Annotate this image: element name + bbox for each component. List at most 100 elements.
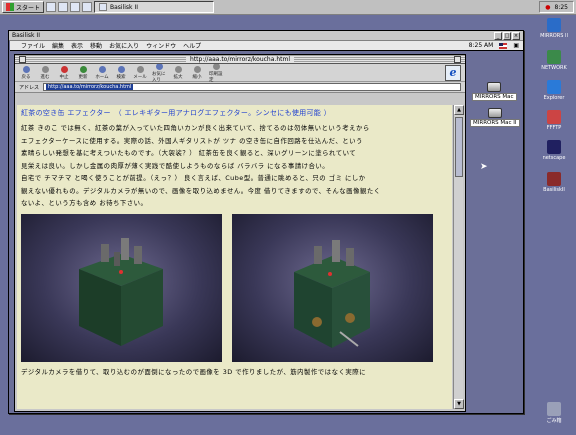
close-button[interactable]: × <box>512 31 520 40</box>
start-button[interactable]: スタート <box>2 1 45 13</box>
basilisk-title: Basilisk II <box>12 32 40 39</box>
menu-edit[interactable]: 編集 <box>52 41 64 50</box>
taskbar-basilisk-button[interactable]: Basilisk II <box>94 1 215 13</box>
search-icon <box>117 65 125 73</box>
refresh-label: 更新 <box>78 74 88 80</box>
basilisk-icon <box>547 172 561 186</box>
explorer-window: http://aaa.to/mirrorz/koucha.html 戻る 進む … <box>14 54 466 412</box>
mouse-pointer-icon: ➤ <box>480 162 488 172</box>
zoom-out-icon <box>193 65 201 73</box>
start-label: スタート <box>16 4 41 12</box>
desktop-icon-label: BasiliskII <box>543 187 565 193</box>
forward-label: 進む <box>40 74 50 80</box>
menu-window[interactable]: ウィンドウ <box>146 41 176 50</box>
favorites-label: お気に入り <box>152 71 166 83</box>
zoom-in-label: 拡大 <box>173 74 183 80</box>
hard-disk-icon <box>487 108 502 118</box>
effector-render-front <box>21 213 222 362</box>
taskbar-clock[interactable]: 8:25 <box>555 4 568 11</box>
desktop-icon-label: netscape <box>542 155 566 161</box>
tray-app-icon[interactable]: ● <box>545 4 550 11</box>
zoom-in-button[interactable]: 拡大 <box>171 65 185 80</box>
home-icon <box>98 65 106 73</box>
zoom-box[interactable] <box>454 56 461 63</box>
basilisk-titlebar[interactable]: Basilisk II _ □ × <box>9 31 523 41</box>
stop-label: 中止 <box>59 74 69 80</box>
print-button[interactable]: 印刷設定 <box>209 62 223 83</box>
quicklaunch-app-icon[interactable] <box>82 2 93 12</box>
taskbar: スタート Basilisk II ● 8:25 <box>0 0 576 15</box>
address-input[interactable]: http://aaa.to/mirrorz/koucha.html <box>43 83 461 91</box>
desktop-icon-label: ごみ箱 <box>546 418 562 424</box>
quicklaunch-desktop-icon[interactable] <box>58 2 69 12</box>
keyboard-flag-icon[interactable] <box>499 42 508 49</box>
ie-icon <box>547 80 561 94</box>
home-label: ホーム <box>95 74 109 80</box>
desktop-icon-basilisk[interactable]: BasiliskII <box>534 172 574 193</box>
menu-go[interactable]: 移動 <box>90 41 102 50</box>
paragraph-line: 自宅で チマチマ と喝く使うことが前提。（えっ？） 良く言えば、Cube型。普通… <box>21 174 366 182</box>
forward-button[interactable]: 進む <box>38 65 52 80</box>
system-tray: ● 8:25 <box>539 1 574 13</box>
explorer-titlebar[interactable]: http://aaa.to/mirrorz/koucha.html <box>15 55 465 64</box>
menu-view[interactable]: 表示 <box>71 41 83 50</box>
menu-help[interactable]: ヘルプ <box>183 41 201 50</box>
paragraph-line: 素晴らしい発想を基に考えついたものです。（大袈裟？） 紅茶缶を良く観ると、深いグ… <box>21 149 357 157</box>
mail-button[interactable]: メール <box>133 65 147 80</box>
desktop-icon-explorer[interactable]: Explorer <box>534 80 574 101</box>
page-content: 紅茶の空き缶 エフェクター （ エレキギター用アナログエフェクター。シンセにも使… <box>17 105 452 409</box>
mac-clock[interactable]: 8:25 AM <box>469 42 494 49</box>
scroll-up-arrow-icon[interactable]: ▲ <box>454 105 464 115</box>
quicklaunch-ie-icon[interactable] <box>46 2 57 12</box>
vertical-scrollbar[interactable]: ▲ ▼ <box>453 105 464 409</box>
home-button[interactable]: ホーム <box>95 65 109 80</box>
desktop-icon-netscape[interactable]: netscape <box>534 140 574 161</box>
app-menu-icon[interactable]: ▣ <box>513 42 519 49</box>
stop-button[interactable]: 中止 <box>57 65 71 80</box>
quicklaunch-folder-icon[interactable] <box>70 2 81 12</box>
refresh-button[interactable]: 更新 <box>76 65 90 80</box>
desktop-icon-ffftp[interactable]: FFFTP <box>534 110 574 131</box>
maximize-button[interactable]: □ <box>503 31 511 40</box>
back-icon <box>22 65 30 73</box>
basilisk-window: Basilisk II _ □ × ファイル 編集 表示 移動 お気に入り ウィ… <box>8 30 524 414</box>
search-button[interactable]: 検索 <box>114 65 128 80</box>
page-heading: 紅茶の空き缶 エフェクター （ エレキギター用アナログエフェクター。シンセにも使… <box>21 109 331 117</box>
favorites-button[interactable]: お気に入り <box>152 62 166 83</box>
hard-disk-icon <box>487 82 502 92</box>
close-box[interactable] <box>19 56 26 63</box>
desktop-icon-trash[interactable]: ごみ箱 <box>534 402 574 424</box>
desktop-icon-label: MIRRORS II <box>540 33 568 39</box>
explorer-title: http://aaa.to/mirrorz/koucha.html <box>186 55 294 63</box>
disk-label: MIRRORS Mac <box>472 93 517 101</box>
ftp-icon <box>547 110 561 124</box>
menu-file[interactable]: ファイル <box>21 41 45 50</box>
address-value: http://aaa.to/mirrorz/koucha.html <box>46 84 134 90</box>
trash-icon <box>547 402 561 416</box>
paragraph-line: ないよ、という方も含め お待ち下さい。 <box>21 199 148 207</box>
task-label: Basilisk II <box>110 3 138 11</box>
scroll-down-arrow-icon[interactable]: ▼ <box>454 399 464 409</box>
mac-disk-mirrors-2[interactable]: MIRRORS Mac II <box>470 108 520 127</box>
disk-label: MIRRORS Mac II <box>470 119 520 127</box>
scroll-thumb[interactable] <box>455 117 463 177</box>
desktop-icon-network[interactable]: NETWORK <box>534 50 574 71</box>
address-bar: アドレス http://aaa.to/mirrorz/koucha.html <box>15 82 465 93</box>
desktop-icon-label: FFFTP <box>546 125 562 131</box>
back-button[interactable]: 戻る <box>19 65 33 80</box>
mail-label: メール <box>133 74 147 80</box>
minimize-button[interactable]: _ <box>494 31 502 40</box>
mac-disk-mirrors[interactable]: MIRRORS Mac <box>472 82 517 101</box>
mail-icon <box>136 65 144 73</box>
zoom-out-button[interactable]: 縮小 <box>190 65 204 80</box>
menu-favorites[interactable]: お気に入り <box>109 41 139 50</box>
desktop-icon-label: NETWORK <box>541 65 567 71</box>
network-icon <box>547 50 561 64</box>
print-label: 印刷設定 <box>209 71 223 83</box>
zoom-in-icon <box>174 65 182 73</box>
desktop-icon-mirrors[interactable]: MIRRORS II <box>534 18 574 39</box>
search-label: 検索 <box>116 74 126 80</box>
mac-menubar: ファイル 編集 表示 移動 お気に入り ウィンドウ ヘルプ 8:25 AM ▣ <box>10 41 523 51</box>
zoom-out-label: 縮小 <box>192 74 202 80</box>
refresh-icon <box>79 65 87 73</box>
